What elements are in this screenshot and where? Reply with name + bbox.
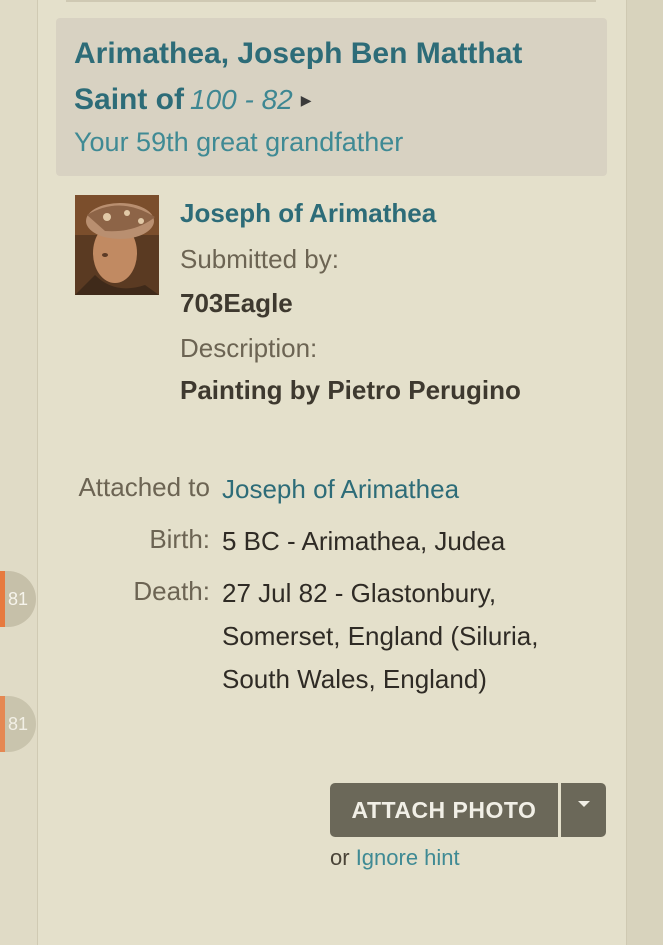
death-value-line3: South Wales, England): [222, 664, 487, 694]
relationship-text: Your 59th great grandfather: [74, 127, 404, 157]
or-text: or: [330, 845, 350, 870]
person-title[interactable]: Saint of: [74, 83, 184, 116]
right-panel-edge: [626, 0, 663, 945]
submitted-by-label: Submitted by:: [180, 244, 339, 274]
divider: [66, 0, 596, 2]
description-label: Description:: [180, 333, 318, 363]
description-text: Painting by Pietro Perugino: [180, 375, 521, 405]
person-dates: 100 - 82: [190, 84, 293, 115]
death-value-line2: Somerset, England (Siluria,: [222, 621, 539, 651]
attached-to-label: Attached to: [78, 472, 210, 502]
photo-title-link[interactable]: Joseph of Arimathea: [180, 198, 436, 229]
expand-arrow-icon[interactable]: ▶: [301, 92, 312, 108]
attached-person-link[interactable]: Joseph of Arimathea: [222, 468, 459, 511]
photo-thumbnail[interactable]: [75, 195, 159, 295]
caret-down-icon: [577, 801, 590, 807]
attach-options-dropdown[interactable]: [561, 783, 606, 837]
submitter-name: 703Eagle: [180, 288, 293, 318]
birth-value: 5 BC - Arimathea, Judea: [222, 526, 506, 556]
attach-photo-button[interactable]: ATTACH PHOTO: [330, 783, 558, 837]
birth-label: Birth:: [149, 524, 210, 554]
ignore-hint-line: or Ignore hint: [330, 845, 460, 871]
person-title-line: Saint of 100 - 82 ▶: [74, 80, 312, 125]
death-value-line1: 27 Jul 82 - Glastonbury,: [222, 578, 497, 608]
portrait-image: [75, 195, 159, 295]
person-name-link[interactable]: Arimathea, Joseph Ben Matthat: [74, 34, 522, 74]
ignore-hint-link[interactable]: Ignore hint: [356, 845, 460, 870]
